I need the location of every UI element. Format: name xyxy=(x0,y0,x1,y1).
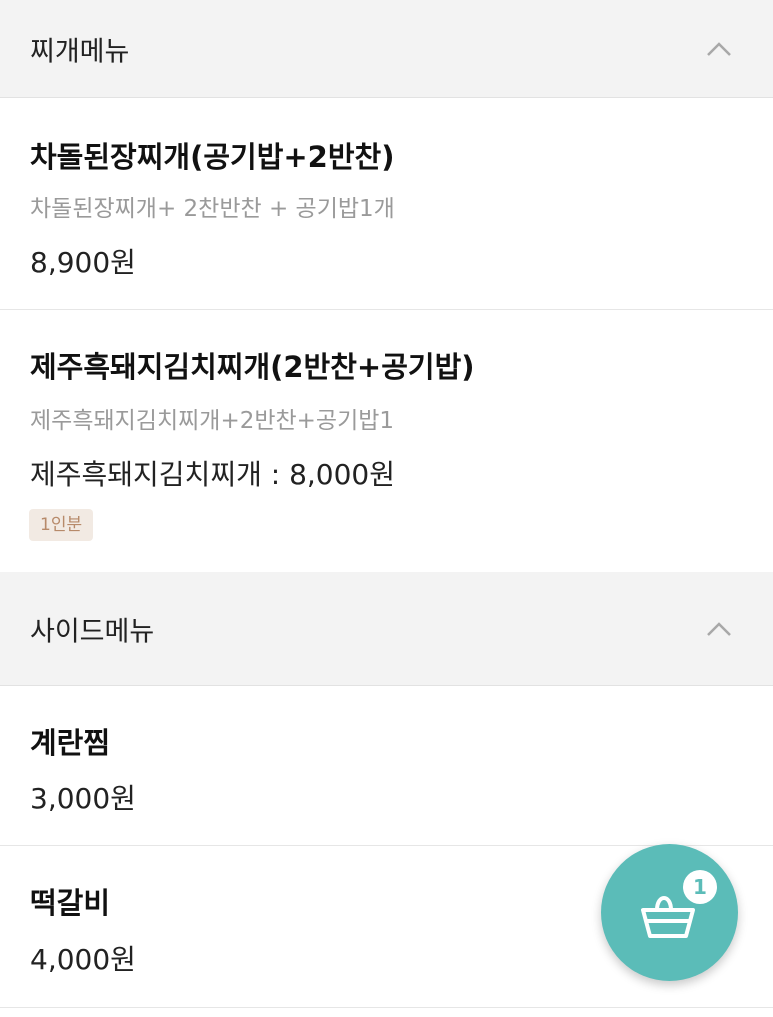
menu-item[interactable]: 차돌된장찌개(공기밥+2반찬) 차돌된장찌개+ 2찬반찬 + 공기밥1개 8,9… xyxy=(0,98,773,310)
menu-item[interactable]: 계란찜 3,000원 xyxy=(0,686,773,846)
chevron-up-icon[interactable] xyxy=(705,619,733,639)
item-name: 떡갈비 xyxy=(30,886,111,920)
chevron-up-icon[interactable] xyxy=(705,39,733,59)
section-title: 사이드메뉴 xyxy=(30,616,155,647)
item-description: 차돌된장찌개+ 2찬반찬 + 공기밥1개 xyxy=(30,196,395,222)
item-price: 제주흑돼지김치찌개 : 8,000원 xyxy=(30,458,395,491)
item-name: 계란찜 xyxy=(30,726,111,760)
item-price: 8,900원 xyxy=(30,246,136,279)
cart-count-badge: 1 xyxy=(683,870,717,904)
menu-item[interactable]: 제주흑돼지김치찌개(2반찬+공기밥) 제주흑돼지김치찌개+2반찬+공기밥1 제주… xyxy=(0,310,773,572)
section-header-stew[interactable]: 찌개메뉴 xyxy=(0,0,773,98)
item-description: 제주흑돼지김치찌개+2반찬+공기밥1 xyxy=(30,408,395,434)
section-header-side[interactable]: 사이드메뉴 xyxy=(0,572,773,686)
item-price: 4,000원 xyxy=(30,943,136,976)
section-title: 찌개메뉴 xyxy=(30,36,130,67)
item-name: 차돌된장찌개(공기밥+2반찬) xyxy=(30,140,395,174)
cart-button[interactable]: 1 xyxy=(601,844,738,981)
serving-badge: 1인분 xyxy=(29,509,94,541)
item-name: 제주흑돼지김치찌개(2반찬+공기밥) xyxy=(30,350,475,384)
item-price: 3,000원 xyxy=(30,782,136,815)
